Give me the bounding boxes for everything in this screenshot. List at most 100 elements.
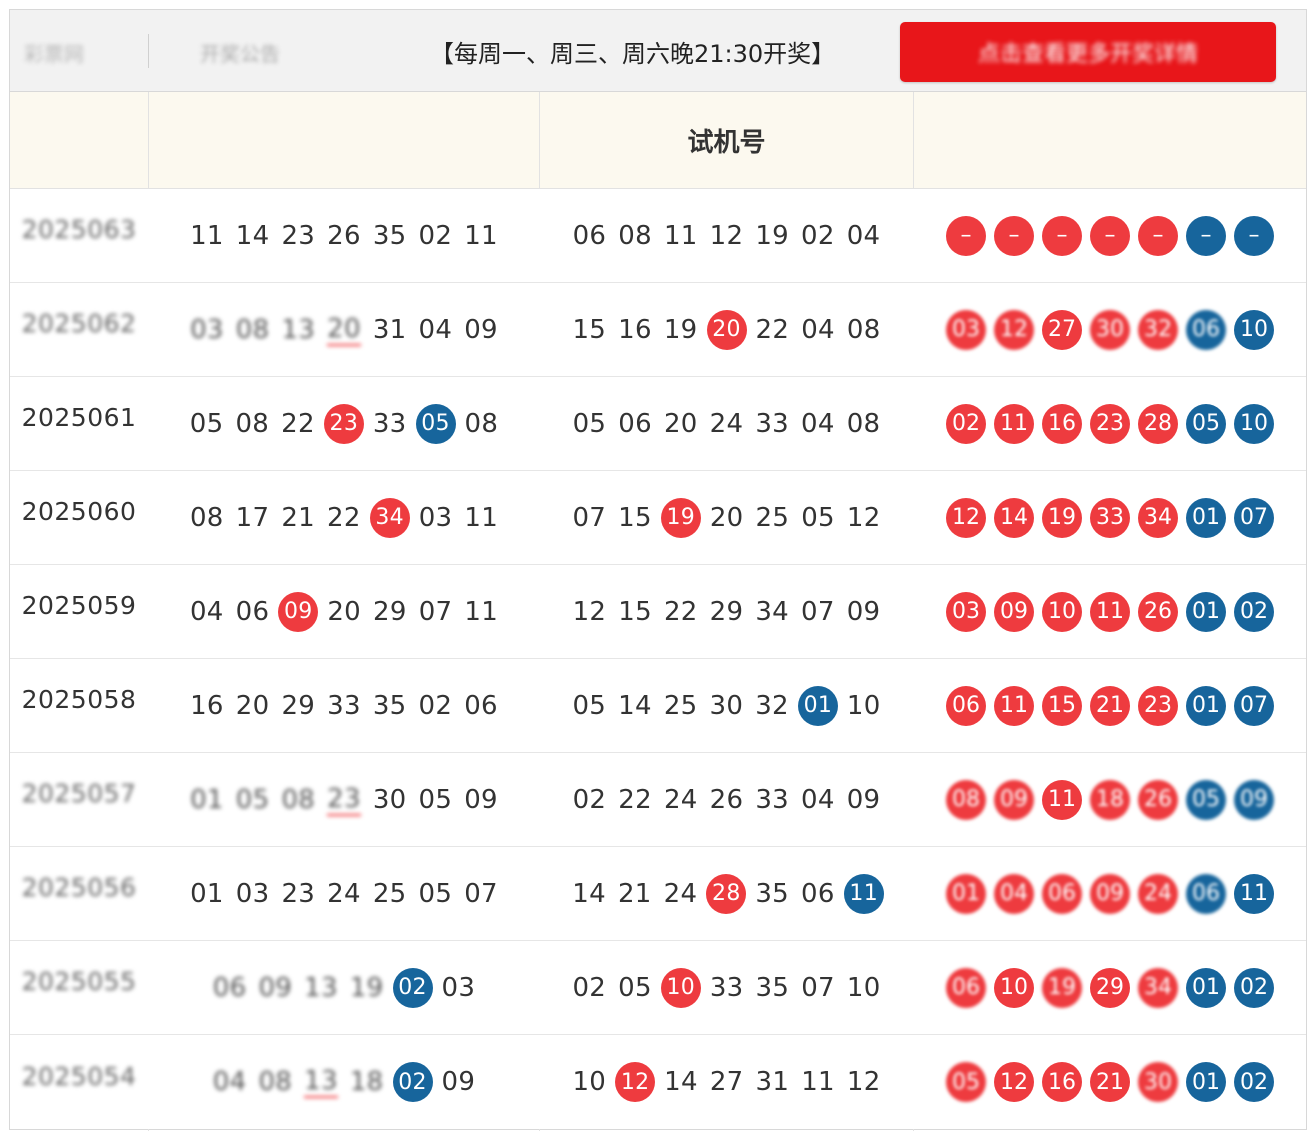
number: 07 <box>572 502 607 533</box>
red-ball: 24 <box>1138 873 1178 914</box>
draw-numbers-cell: 04 08 13 18 02 09 <box>149 1035 539 1129</box>
red-ball: 21 <box>1090 1062 1130 1102</box>
red-ball: 11 <box>1042 779 1082 820</box>
red-ball: 32 <box>1138 309 1178 350</box>
red-ball: 11 <box>994 403 1034 444</box>
number: 05 <box>572 408 607 439</box>
draw-numbers: 16 20 29 33 35 02 06 <box>184 691 504 721</box>
draw-numbers: 04 06 09 20 29 07 11 <box>184 591 504 632</box>
test-numbers: 12 15 22 29 34 07 09 <box>567 597 887 627</box>
draw-numbers: 11 14 23 26 35 02 11 <box>184 221 504 251</box>
number: 29 <box>281 690 316 721</box>
number: 29 <box>709 596 744 627</box>
number: 26 <box>709 784 744 815</box>
number: 13 <box>304 1066 338 1098</box>
result-balls-cell: 03 12 27 30 32 06 10 <box>914 283 1306 376</box>
number: 23 <box>281 220 316 251</box>
result-balls: 02 11 16 23 28 05 10 <box>942 403 1278 444</box>
number: 25 <box>663 690 698 721</box>
number: 19 <box>755 220 790 251</box>
topbar-divider <box>148 34 149 68</box>
number: 05 <box>235 784 270 815</box>
number: 20 <box>709 502 744 533</box>
red-ball: – <box>994 215 1034 256</box>
header-col-period <box>10 92 148 188</box>
test-numbers-cell: 02 05 10 33 35 07 10 <box>540 941 913 1034</box>
number: 24 <box>327 878 361 909</box>
red-ball: 15 <box>1042 685 1082 726</box>
red-ball: 09 <box>994 591 1034 632</box>
number: 04 <box>418 314 453 345</box>
number: 08 <box>258 1067 293 1097</box>
red-ball: 09 <box>994 779 1034 820</box>
number: 05 <box>189 408 224 439</box>
number: 08 <box>235 314 270 345</box>
number: 21 <box>281 502 315 533</box>
period-cell: 2025062 <box>10 283 148 376</box>
number: 35 <box>755 878 790 909</box>
result-balls-cell: 05 12 16 21 30 01 02 <box>914 1035 1306 1129</box>
red-ball: 23 <box>323 403 364 444</box>
period-number: 2025056 <box>21 873 137 902</box>
blue-ball: 09 <box>1234 779 1274 820</box>
red-ball: 23 <box>1090 403 1130 444</box>
topbar-mid-label[interactable]: 开奖公告 <box>200 38 280 67</box>
number: 08 <box>618 220 652 251</box>
number: 06 <box>572 220 607 251</box>
number: 22 <box>327 502 361 533</box>
test-numbers-cell: 06 08 11 12 19 02 04 <box>540 189 913 282</box>
blue-ball: 10 <box>1234 309 1274 350</box>
draw-numbers-cell: 04 06 09 20 29 07 11 <box>149 565 539 658</box>
draw-numbers-cell: 08 17 21 22 34 03 11 <box>149 471 539 564</box>
red-ball: 05 <box>946 1062 986 1102</box>
blue-ball: 02 <box>392 1062 433 1102</box>
number: 02 <box>418 220 453 251</box>
number: 06 <box>235 596 270 627</box>
topbar-left-label[interactable]: 彩票网 <box>24 38 84 67</box>
number: 30 <box>372 784 407 815</box>
period-cell: 2025054 <box>10 1035 148 1129</box>
blue-ball: – <box>1186 215 1226 256</box>
blue-ball: – <box>1234 215 1274 256</box>
blue-ball: 01 <box>1186 1062 1226 1102</box>
period-cell: 2025060 <box>10 471 148 564</box>
red-ball: 29 <box>1090 967 1130 1008</box>
result-balls: 03 12 27 30 32 06 10 <box>942 309 1278 350</box>
red-ball: 11 <box>1090 591 1130 632</box>
details-button[interactable]: 点击查看更多开奖详情 <box>900 22 1276 82</box>
draw-numbers: 01 05 08 23 30 05 09 <box>184 784 504 816</box>
number: 19 <box>663 314 698 345</box>
top-bar: 彩票网 开奖公告 【每周一、周三、周六晚21:30开奖】 点击查看更多开奖详情 <box>10 10 1306 92</box>
number: 09 <box>846 596 881 627</box>
period-cell: 2025058 <box>10 659 148 752</box>
red-ball: 10 <box>994 967 1034 1008</box>
number: 09 <box>258 972 293 1003</box>
red-ball: – <box>1090 215 1130 256</box>
period-number: 2025055 <box>21 967 137 996</box>
red-ball: 28 <box>706 873 747 914</box>
number: 01 <box>190 878 224 909</box>
draw-numbers: 08 17 21 22 34 03 11 <box>184 497 504 538</box>
number: 22 <box>663 596 698 627</box>
test-numbers: 15 16 19 20 22 04 08 <box>566 309 886 350</box>
number: 29 <box>373 596 407 627</box>
number: 22 <box>618 784 652 815</box>
number: 24 <box>709 408 744 439</box>
draw-numbers-cell: 05 08 22 23 33 05 08 <box>149 377 539 470</box>
result-balls: 06 11 15 21 23 01 07 <box>942 685 1278 726</box>
red-ball: 19 <box>1042 497 1082 538</box>
red-ball: 06 <box>1042 873 1082 914</box>
number: 02 <box>418 690 453 721</box>
period-cell: 2025057 <box>10 753 148 846</box>
draw-numbers: 06 09 13 19 02 03 <box>207 967 481 1008</box>
blue-ball: 01 <box>1186 967 1226 1008</box>
period-cell: 2025059 <box>10 565 148 658</box>
draw-numbers: 04 08 13 18 02 09 <box>207 1062 481 1102</box>
number: 12 <box>709 220 744 251</box>
period-number: 2025059 <box>21 591 137 620</box>
number: 35 <box>372 690 407 721</box>
number: 05 <box>418 878 453 909</box>
number: 16 <box>190 690 224 721</box>
blue-ball: 06 <box>1186 309 1226 350</box>
table-header: 试机号 <box>10 92 1306 189</box>
